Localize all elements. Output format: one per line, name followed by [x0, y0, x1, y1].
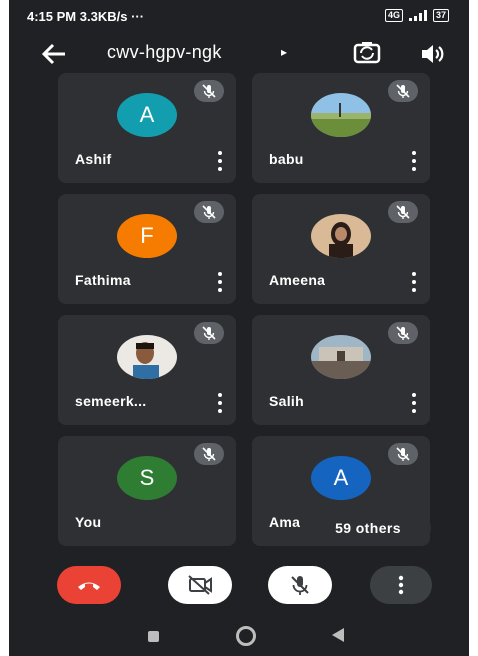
status-bar: 4:15 PM 3.3KB/s ··· 4G 37 [9, 0, 469, 34]
participant-tile-semeerk[interactable]: semeerk... [58, 315, 236, 425]
back-triangle-icon[interactable] [332, 628, 344, 642]
participant-tile-fathima[interactable]: F Fathima [58, 194, 236, 304]
more-vert-icon [398, 575, 404, 595]
meet-call-screen: 4:15 PM 3.3KB/s ··· 4G 37 cwv-hgpv-ngk ▸ [9, 0, 469, 656]
status-signal: 4G [384, 9, 403, 22]
recents-icon[interactable] [148, 631, 159, 642]
camera-toggle-button[interactable] [168, 566, 232, 604]
participant-name: Ama [269, 514, 301, 530]
participant-name: Ameena [269, 272, 326, 288]
participant-avatar: A [117, 93, 177, 137]
participant-avatar: A [311, 456, 371, 500]
participant-photo-avatar [117, 335, 177, 379]
more-vert-icon[interactable] [216, 272, 224, 292]
mic-off-badge [194, 322, 224, 344]
participant-tile-you[interactable]: S You [58, 436, 236, 546]
participant-tile-ameena[interactable]: Ameena [252, 194, 430, 304]
participant-name: semeerk... [75, 393, 147, 409]
participant-name: Fathima [75, 272, 131, 288]
others-count-chip[interactable]: 59 others [305, 514, 431, 542]
participant-photo-avatar [311, 335, 371, 379]
mic-toggle-button[interactable] [268, 566, 332, 604]
switch-camera-icon[interactable] [352, 38, 382, 68]
mic-off-badge [194, 201, 224, 223]
participant-photo-avatar [311, 214, 371, 258]
participant-photo-avatar [311, 93, 371, 137]
mic-off-icon [396, 326, 410, 340]
more-vert-icon[interactable] [216, 151, 224, 171]
participant-name: You [75, 514, 102, 530]
mic-off-icon [202, 205, 216, 219]
participant-tile-ashif[interactable]: A Ashif [58, 73, 236, 183]
speaker-icon[interactable] [418, 40, 446, 68]
more-options-button[interactable] [370, 566, 432, 604]
signal-icon [408, 10, 427, 21]
mic-off-badge [388, 201, 418, 223]
mic-off-badge [388, 80, 418, 102]
participant-name: Salih [269, 393, 304, 409]
status-time: 4:15 PM [27, 9, 77, 24]
status-extra: ··· [131, 9, 145, 24]
mic-off-badge [388, 443, 418, 465]
home-icon[interactable] [236, 626, 256, 646]
end-call-button[interactable] [57, 566, 121, 604]
mic-off-icon [202, 447, 216, 461]
battery-level: 37 [432, 9, 449, 22]
status-speed: 3.3KB/s [79, 9, 128, 24]
camera-off-icon [188, 575, 212, 595]
more-vert-icon[interactable] [410, 272, 418, 292]
more-vert-icon[interactable] [410, 151, 418, 171]
more-vert-icon[interactable] [410, 393, 418, 413]
meeting-code[interactable]: cwv-hgpv-ngk [107, 42, 222, 63]
call-header: cwv-hgpv-ngk ▸ [9, 34, 469, 74]
more-vert-icon[interactable] [216, 393, 224, 413]
participant-tile-salih[interactable]: Salih [252, 315, 430, 425]
mic-off-icon [396, 447, 410, 461]
back-arrow-icon[interactable] [39, 40, 69, 68]
participant-name: babu [269, 151, 304, 167]
mic-off-icon [291, 576, 309, 595]
caret-right-icon[interactable]: ▸ [281, 45, 287, 59]
participant-name: Ashif [75, 151, 112, 167]
hang-up-icon [78, 582, 100, 590]
participant-avatar: S [117, 456, 177, 500]
mic-off-icon [202, 84, 216, 98]
mic-off-icon [396, 205, 410, 219]
mic-off-badge [194, 80, 224, 102]
participant-tile-babu[interactable]: babu [252, 73, 430, 183]
mic-off-badge [194, 443, 224, 465]
mic-off-icon [396, 84, 410, 98]
mic-off-badge [388, 322, 418, 344]
system-nav-bar [9, 614, 469, 656]
mic-off-icon [202, 326, 216, 340]
participant-avatar: F [117, 214, 177, 258]
